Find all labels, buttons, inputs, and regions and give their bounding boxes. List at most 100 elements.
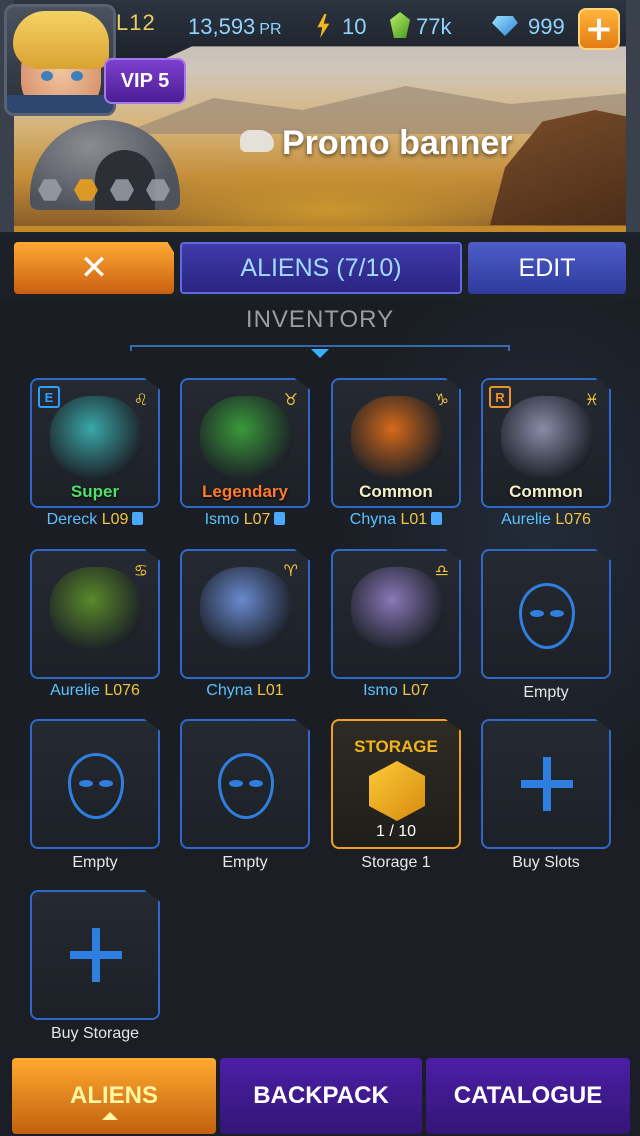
alien-slot[interactable]: ♎ <box>331 549 461 679</box>
power-rating: 13,593 PR <box>188 14 282 40</box>
alien-slot[interactable]: ♌ E Super <box>30 378 160 508</box>
alien-owner: Dereck <box>46 511 98 528</box>
alien-caption: Ismo L07 <box>321 682 471 700</box>
avatar-hair <box>13 11 109 69</box>
plus-icon <box>70 951 122 959</box>
avatar-eye <box>41 71 53 81</box>
zodiac-sign-icon: ♎ <box>434 561 449 580</box>
alien-owner: Aurelie <box>501 511 551 528</box>
alien-eye <box>249 780 263 787</box>
alien-slot[interactable]: ♋ <box>30 549 160 679</box>
alien-head-icon <box>68 753 124 819</box>
alien-creature-icon <box>200 396 292 478</box>
alien-eye <box>99 780 113 787</box>
alien-creature-icon <box>501 396 593 478</box>
zodiac-sign-icon: ♑ <box>434 390 449 409</box>
alien-creature-icon <box>351 396 443 478</box>
storage-slot[interactable]: STORAGE 1 / 10 <box>331 719 461 849</box>
alien-owner: Aurelie <box>50 682 100 699</box>
alien-caption: Dereck L09 <box>20 511 170 529</box>
pagination-dot[interactable] <box>110 179 134 201</box>
pagination-dot[interactable] <box>38 179 62 201</box>
alien-eye <box>229 780 243 787</box>
alien-slot[interactable]: ♈ <box>180 549 310 679</box>
nav-tab-backpack[interactable]: BACKPACK <box>220 1058 422 1134</box>
crystal-icon <box>390 12 410 38</box>
slot-caption: Buy Slots <box>512 854 580 871</box>
alien-slot[interactable]: ♉ Legendary <box>180 378 310 508</box>
zodiac-sign-icon: ♋ <box>133 561 148 580</box>
slot-caption: Buy Storage <box>50 1025 140 1042</box>
alien-caption: Ismo L07 <box>170 511 320 529</box>
buy-slot[interactable] <box>481 719 611 849</box>
alien-creature-icon <box>200 567 292 649</box>
skull-icon <box>240 130 274 152</box>
zodiac-sign-icon: ♓ <box>584 390 599 409</box>
resource-bar: 13,593 PR 10 77k 999 + <box>182 4 640 50</box>
player-level: L12 <box>116 10 156 35</box>
rank-badge: R <box>489 386 511 408</box>
nav-tab-aliens[interactable]: ALIENS <box>12 1058 216 1134</box>
pagination-dot[interactable] <box>146 179 170 201</box>
buy-gems-button[interactable]: + <box>578 8 620 50</box>
alien-level: L01 <box>400 511 428 528</box>
storage-label: STORAGE <box>354 737 438 756</box>
slot-caption: Storage 1 <box>361 854 431 871</box>
lock-icon <box>274 512 286 525</box>
zodiac-sign-icon: ♌ <box>133 390 148 409</box>
energy-icon <box>317 14 330 38</box>
alien-level: L09 <box>101 511 129 528</box>
alien-caption: Aurelie L076 <box>20 682 170 700</box>
lock-icon <box>132 512 144 525</box>
buy-slot[interactable] <box>30 890 160 1020</box>
crystal-value: 77k <box>416 14 452 39</box>
empty-slot[interactable] <box>30 719 160 849</box>
slot-caption: Empty <box>72 854 118 871</box>
edit-button[interactable]: EDIT <box>468 242 626 294</box>
promo-title: Promo banner <box>282 124 513 162</box>
plus-icon <box>521 780 573 788</box>
alien-creature-icon <box>50 567 142 649</box>
storage-count: 1 / 10 <box>375 823 417 840</box>
alien-level: L07 <box>243 511 271 528</box>
alien-slot[interactable]: ♓ R Common <box>481 378 611 508</box>
alien-eye <box>530 610 544 617</box>
zodiac-sign-icon: ♈ <box>283 561 298 580</box>
alien-level: L07 <box>402 682 429 699</box>
header: Promo banner L12 VIP 5 13,593 PR 10 77k 9… <box>0 0 640 238</box>
tab-aliens-count[interactable]: ALIENS (7/10) <box>180 242 462 294</box>
rarity-label: Legendary <box>202 482 288 501</box>
alien-owner: Chyna <box>349 511 397 528</box>
alien-caption: Chyna L01 <box>321 511 471 529</box>
gem-icon <box>492 16 518 36</box>
rarity-label: Super <box>70 482 120 501</box>
slot-caption: Empty <box>523 684 569 701</box>
alien-owner: Ismo <box>363 682 398 699</box>
inventory-heading: INVENTORY <box>245 306 395 333</box>
lock-icon <box>431 512 443 525</box>
avatar[interactable] <box>4 4 116 116</box>
vip-badge[interactable]: VIP 5 <box>104 58 186 104</box>
banner-pagination <box>38 178 170 202</box>
alien-level: L076 <box>104 682 140 699</box>
avatar-eye <box>71 71 83 81</box>
empty-slot[interactable] <box>180 719 310 849</box>
alien-caption: Chyna L01 <box>170 682 320 700</box>
pagination-dot[interactable] <box>74 179 98 201</box>
alien-slot[interactable]: ♑ Common <box>331 378 461 508</box>
cube-icon <box>369 761 425 821</box>
empty-slot[interactable] <box>481 549 611 679</box>
alien-head-icon <box>519 583 575 649</box>
avatar-shirt <box>7 95 113 113</box>
alien-level: L01 <box>257 682 284 699</box>
zodiac-sign-icon: ♉ <box>283 390 298 409</box>
rarity-label: Common <box>509 482 583 501</box>
power-rating-unit: PR <box>259 21 282 38</box>
alien-eye <box>79 780 93 787</box>
alien-caption: Aurelie L076 <box>471 511 621 529</box>
alien-head-icon <box>218 753 274 819</box>
close-button[interactable]: ✕ <box>14 242 174 294</box>
nav-tab-catalogue[interactable]: CATALOGUE <box>426 1058 630 1134</box>
rarity-label: Common <box>359 482 433 501</box>
power-rating-value: 13,593 <box>188 14 256 39</box>
